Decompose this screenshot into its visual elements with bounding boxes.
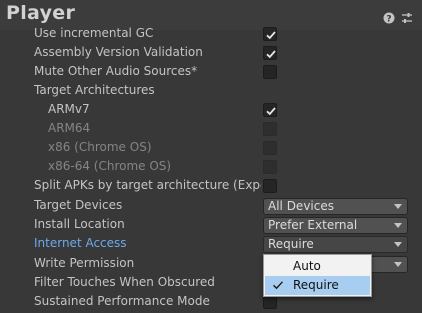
setting-label: Sustained Performance Mode [34,294,210,308]
setting-row-split-apks: Split APKs by target architecture (Exper… [0,177,422,196]
setting-row-internet-access: Internet Access Require [0,235,422,254]
chevron-down-icon [394,204,402,209]
option-label: Auto [293,259,321,273]
popup-option-require[interactable]: Require [265,276,370,295]
setting-label: Filter Touches When Obscured [34,275,215,289]
checkmark-icon [266,31,276,40]
section-label: Target Architectures [34,83,155,97]
checkmark-icon [272,279,284,294]
x86-64-checkbox [263,160,277,174]
setting-label: Split APKs by target architecture (Exper… [34,178,261,192]
target-devices-dropdown[interactable]: All Devices [263,198,408,215]
assembly-version-validation-checkbox[interactable] [263,46,277,60]
dropdown-value: Prefer External [268,218,358,232]
setting-label: ARM64 [48,121,91,135]
install-location-dropdown[interactable]: Prefer External [263,217,408,234]
setting-label: ARMv7 [48,102,90,116]
setting-label: Internet Access [34,236,127,250]
setting-row-x86: x86 (Chrome OS) [0,139,422,158]
setting-row-x86-64: x86-64 (Chrome OS) [0,158,422,177]
setting-label: Mute Other Audio Sources* [34,64,198,78]
chevron-down-icon [394,223,402,228]
dropdown-value: All Devices [268,199,334,213]
setting-label: Target Devices [34,198,123,212]
setting-label: Install Location [34,217,125,231]
x86-checkbox [263,141,277,155]
setting-row-incremental-gc: Use incremental GC [0,25,422,44]
checkmark-icon [266,107,276,116]
popup-option-auto[interactable]: Auto [265,257,370,276]
option-label: Require [293,278,339,292]
sustained-performance-checkbox[interactable] [263,295,277,309]
setting-row-target-devices: Target Devices All Devices [0,197,422,216]
split-apks-checkbox[interactable] [263,179,277,193]
chevron-down-icon [394,242,402,247]
internet-access-dropdown[interactable]: Require [263,236,408,253]
svg-text:?: ? [386,15,391,25]
incremental-gc-checkbox[interactable] [263,27,277,41]
setting-row-install-location: Install Location Prefer External [0,216,422,235]
armv7-checkbox[interactable] [263,103,277,117]
setting-row-armv7: ARMv7 [0,101,422,120]
setting-label: Assembly Version Validation [34,45,203,59]
page-title: Player [6,2,76,24]
setting-label: x86 (Chrome OS) [48,140,152,154]
settings-sliders-icon[interactable] [401,9,413,23]
setting-label: x86-64 (Chrome OS) [48,159,172,173]
setting-label: Use incremental GC [34,26,154,40]
setting-row-mute-other-audio: Mute Other Audio Sources* [0,63,422,82]
setting-row-arm64: ARM64 [0,120,422,139]
setting-label: Write Permission [34,256,135,270]
arm64-checkbox [263,122,277,136]
setting-row-assembly-version-validation: Assembly Version Validation [0,44,422,63]
internet-access-popup-menu: Auto Require [263,254,372,297]
setting-row-target-architectures: Target Architectures [0,82,422,101]
chevron-down-icon [394,262,402,267]
dropdown-value: Require [268,237,314,251]
help-icon[interactable]: ? [383,9,395,25]
mute-other-audio-checkbox[interactable] [263,65,277,79]
checkmark-icon [266,50,276,59]
